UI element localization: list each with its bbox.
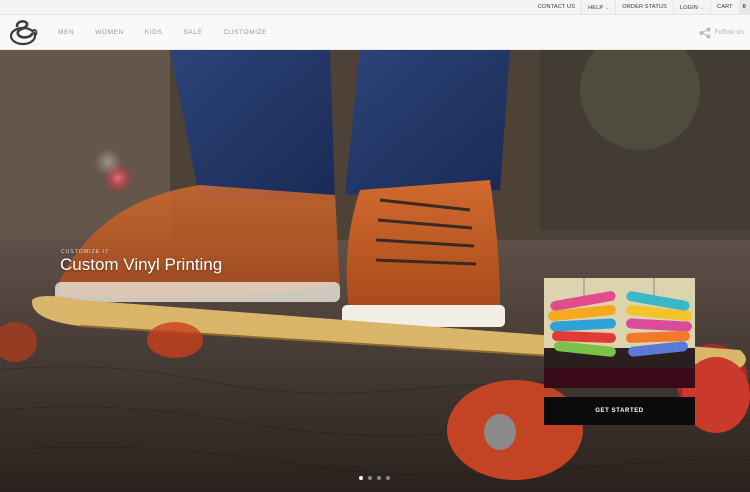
logo-icon[interactable] — [8, 17, 40, 47]
help-label: HELP — [588, 4, 604, 11]
caret-down-icon: ⌄ — [605, 4, 610, 10]
nav-item-sale[interactable]: SALE — [183, 29, 202, 36]
nav-item-men[interactable]: MEN — [58, 29, 74, 36]
utility-bar: CONTACT US HELP ⌄ ORDER STATUS LOGIN ⌄ CAR… — [0, 0, 750, 15]
login-label: LOGIN — [679, 4, 699, 11]
cart-label: CART — [717, 3, 733, 10]
carousel-dot-1[interactable] — [359, 476, 363, 480]
carousel-dot-4[interactable] — [386, 476, 390, 480]
nav-item-customize[interactable]: CUSTOMIZE — [224, 29, 268, 36]
follow-us-label: Follow us — [714, 29, 744, 36]
contact-us-link[interactable]: CONTACT US — [532, 0, 581, 15]
nav-item-women[interactable]: WOMEN — [95, 29, 124, 36]
order-status-link[interactable]: ORDER STATUS — [615, 0, 673, 15]
caret-down-icon: ⌄ — [700, 4, 705, 10]
hero-banner: CUSTOMIZE IT Custom Vinyl Printing GET S… — [0, 50, 750, 492]
promo-skateboards-image[interactable] — [544, 278, 695, 388]
carousel-dot-2[interactable] — [368, 476, 372, 480]
nav-item-kids[interactable]: KIDS — [145, 29, 163, 36]
share-icon — [699, 27, 711, 38]
carousel-dots — [359, 476, 390, 480]
hero-title: Custom Vinyl Printing — [60, 255, 223, 274]
cart-link[interactable]: CART 0 — [710, 0, 750, 15]
get-started-button[interactable]: GET STARTED — [544, 397, 695, 425]
follow-us-link[interactable]: Follow us — [699, 15, 744, 50]
carousel-dot-3[interactable] — [377, 476, 381, 480]
promo-card: GET STARTED — [544, 278, 695, 425]
main-nav: MEN WOMEN KIDS SALE CUSTOMIZE Follow us — [0, 15, 750, 50]
help-menu[interactable]: HELP ⌄ — [581, 0, 615, 15]
cart-count-badge: 0 — [738, 0, 750, 15]
primary-nav: MEN WOMEN KIDS SALE CUSTOMIZE — [58, 15, 288, 50]
login-menu[interactable]: LOGIN ⌄ — [672, 0, 710, 15]
